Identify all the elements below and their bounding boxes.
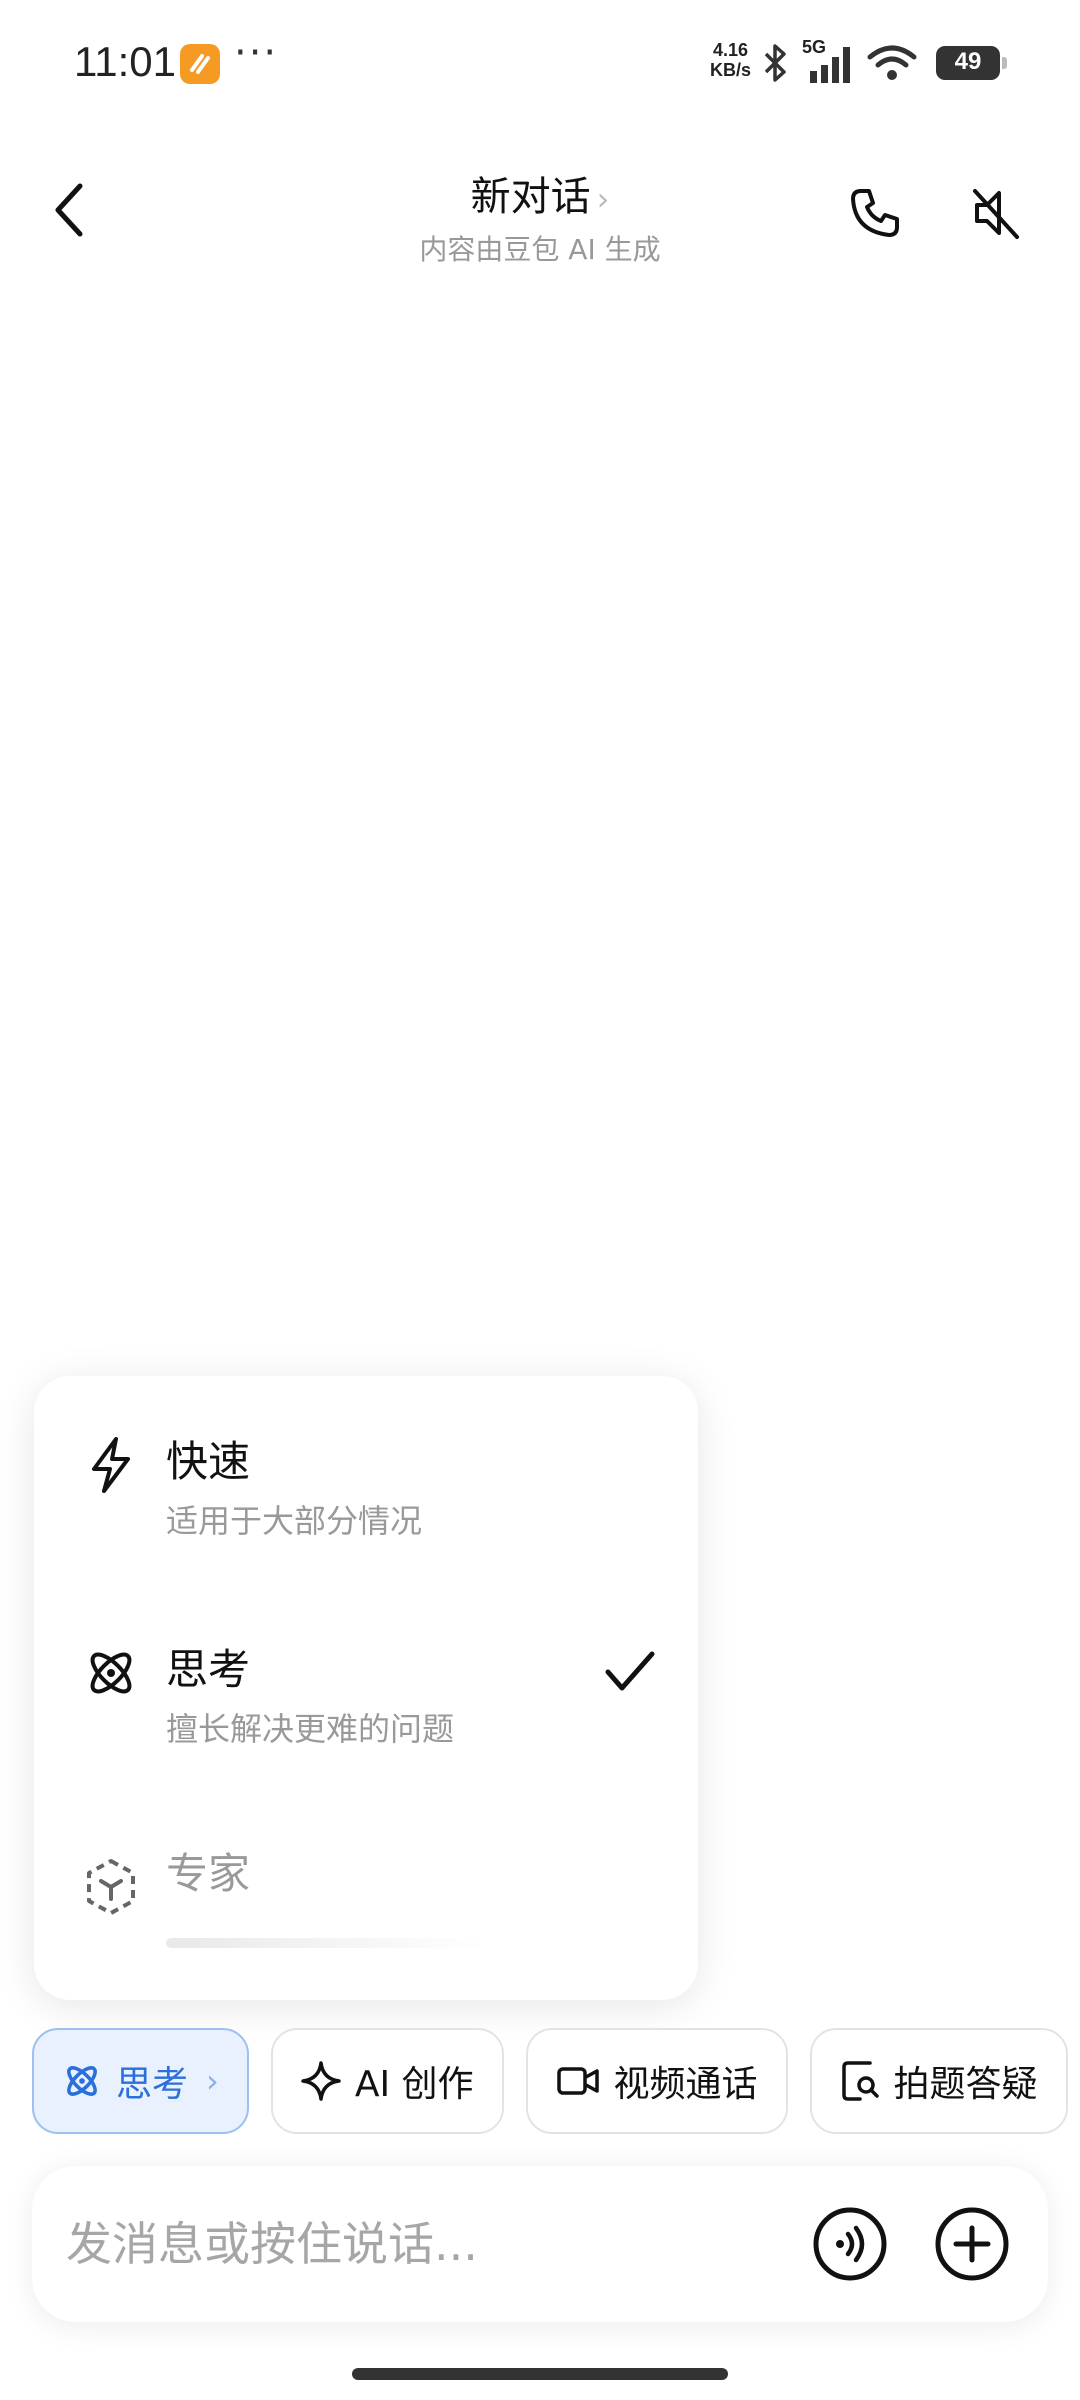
page-subtitle: 内容由豆包 AI 生成 [419, 233, 661, 266]
more-notifications-icon: ··· [234, 30, 279, 76]
page-title: 新对话 [470, 174, 591, 220]
mode-description: 适用于大部分情况 [166, 1502, 423, 1540]
chip-label: 视频通话 [613, 2064, 758, 2105]
net-speed-value: 4.16 [712, 40, 749, 60]
chip-ai-create[interactable]: AI 创作 [270, 2028, 504, 2134]
wifi-icon [867, 45, 917, 80]
scroll-fade [166, 1938, 486, 1948]
video-camera-icon [556, 2067, 599, 2095]
mode-option-think[interactable]: 思考 擅长解决更难的问题 [34, 1584, 698, 1764]
phone-call-button[interactable] [840, 178, 910, 248]
message-input[interactable] [64, 2206, 764, 2282]
phone-icon [851, 189, 899, 237]
net-speed-unit: KB/s [710, 60, 752, 80]
chevron-right-icon: › [596, 180, 610, 218]
conversation-title-area[interactable]: 新对话 › 内容由豆包 AI 生成 [0, 164, 1080, 268]
status-time: 11:01 [74, 38, 176, 85]
quick-action-chips: 思考 › AI 创作 视频通话 拍题答疑 [32, 2028, 1080, 2134]
plus-circle-icon [935, 2207, 1009, 2281]
mode-title: 专家 [166, 1849, 251, 1898]
cellular-signal-icon: 5G [802, 37, 854, 85]
cube-icon [76, 1852, 146, 1922]
chip-label: 思考 [116, 2064, 189, 2105]
chip-label: AI 创作 [354, 2064, 474, 2105]
message-input-bar [32, 2166, 1048, 2322]
atom-icon [67, 2066, 97, 2096]
mode-option-fast[interactable]: 快速 适用于大部分情况 [34, 1376, 698, 1556]
mode-selection-menu: 快速 适用于大部分情况 思考 擅长解决更难的问题 专家 [34, 1376, 698, 2000]
battery-level: 49 [954, 48, 982, 75]
speaker-muted-icon [973, 189, 1019, 239]
voice-wave-icon [813, 2207, 887, 2281]
home-indicator[interactable] [352, 2368, 728, 2380]
chat-header: 新对话 › 内容由豆包 AI 生成 [0, 150, 1080, 280]
app-notification-icon [180, 44, 220, 84]
mode-title: 思考 [166, 1645, 251, 1694]
checkmark-icon [600, 1642, 660, 1702]
bluetooth-icon [764, 44, 786, 82]
photo-search-icon [841, 2061, 879, 2101]
sparkle-icon [301, 2061, 341, 2101]
status-bar: 11:01 ··· 4.16 KB/s 5G 49 [0, 0, 1080, 130]
mute-speaker-button[interactable] [960, 178, 1030, 248]
lightning-icon [76, 1430, 146, 1500]
battery-icon: 49 [936, 46, 1007, 80]
chip-think-mode[interactable]: 思考 › [32, 2028, 249, 2134]
chip-photo-question[interactable]: 拍题答疑 [809, 2028, 1068, 2134]
net-speed: 4.16 KB/s [710, 40, 751, 80]
add-attachment-button[interactable] [930, 2202, 1014, 2286]
mode-title: 快速 [166, 1437, 251, 1486]
chip-label: 拍题答疑 [893, 2064, 1038, 2105]
status-icons: 5G 49 [760, 37, 1007, 88]
voice-input-button[interactable] [808, 2202, 892, 2286]
chevron-right-icon: › [206, 2062, 219, 2100]
mode-description: 擅长解决更难的问题 [166, 1710, 455, 1748]
chip-video-call[interactable]: 视频通话 [525, 2028, 788, 2134]
atom-icon [76, 1638, 146, 1708]
